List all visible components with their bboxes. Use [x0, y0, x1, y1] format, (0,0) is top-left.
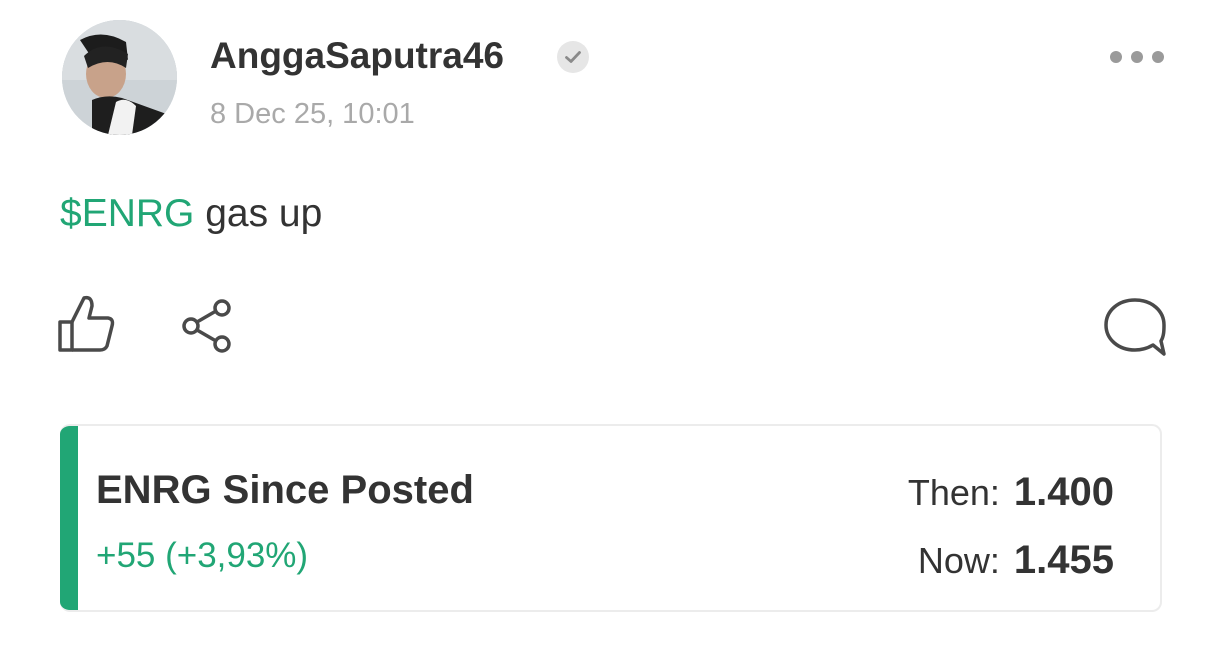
now-label: Now:: [917, 540, 1000, 581]
post-timestamp: 8 Dec 25, 10:01: [210, 98, 415, 130]
avatar-photo: [62, 20, 177, 135]
post-text: $ENRG gas up: [60, 190, 322, 238]
then-label: Then:: [907, 472, 1000, 513]
comment-bubble-icon[interactable]: [1100, 294, 1170, 360]
then-value: 1.400: [1013, 470, 1114, 514]
card-accent-bar: [60, 426, 78, 610]
now-price-row: Now: 1.455: [918, 538, 1114, 583]
action-bar: [0, 290, 1224, 366]
avatar[interactable]: [62, 20, 177, 135]
now-value: 1.455: [1013, 538, 1114, 582]
post-message: gas up: [194, 192, 323, 235]
thumbs-up-icon[interactable]: [56, 292, 118, 356]
since-posted-title: ENRG Since Posted: [96, 468, 474, 512]
share-icon[interactable]: [178, 296, 238, 354]
price-change: +55 (+3,93%): [96, 536, 309, 575]
post-header: AnggaSaputra46 8 Dec 25, 10:01: [0, 0, 1224, 150]
more-dots-icon[interactable]: [1104, 44, 1170, 70]
verified-check-icon: [557, 41, 589, 73]
then-price-row: Then: 1.400: [908, 470, 1114, 515]
cashtag-link[interactable]: $ENRG: [60, 192, 194, 235]
username[interactable]: AnggaSaputra46: [210, 34, 504, 78]
since-posted-card[interactable]: ENRG Since Posted +55 (+3,93%) Then: 1.40…: [60, 424, 1162, 612]
